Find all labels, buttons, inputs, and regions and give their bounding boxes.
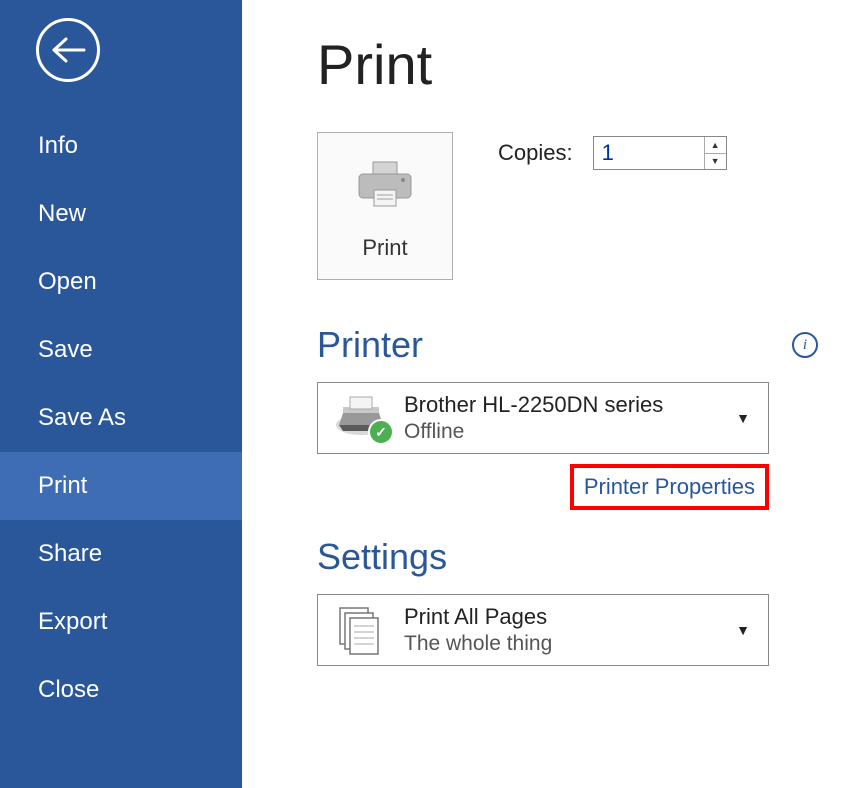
settings-pages-name: Print All Pages (404, 604, 724, 630)
print-button-label: Print (362, 235, 407, 261)
printer-properties-link[interactable]: Printer Properties (570, 464, 769, 510)
printer-status: Offline (404, 420, 724, 444)
printer-section: i Printer ✓ Brother HL-2250DN series Off… (317, 324, 818, 510)
sidebar: Info New Open Save Save As Print Share E… (0, 0, 242, 788)
copies-input[interactable]: ▲ ▼ (593, 136, 727, 170)
sidebar-item-info[interactable]: Info (0, 112, 242, 180)
print-button[interactable]: Print (317, 132, 453, 280)
sidebar-item-print[interactable]: Print (0, 452, 242, 520)
copies-label: Copies: (498, 140, 573, 166)
settings-section-title: Settings (317, 536, 818, 578)
settings-section: Settings Print All Pages The who (317, 536, 818, 666)
printer-section-title: Printer (317, 324, 818, 366)
pages-stack-icon (330, 604, 392, 656)
settings-pages-dropdown[interactable]: Print All Pages The whole thing ▼ (317, 594, 769, 666)
copies-spin-buttons: ▲ ▼ (704, 137, 726, 169)
main-panel: Print Print Copies: (242, 0, 858, 788)
printer-device-icon: ✓ (330, 395, 392, 441)
page-title: Print (317, 32, 818, 97)
copies-increment[interactable]: ▲ (705, 137, 726, 154)
sidebar-item-export[interactable]: Export (0, 588, 242, 656)
back-button[interactable] (36, 18, 100, 82)
sidebar-item-open[interactable]: Open (0, 248, 242, 316)
printer-ready-badge-icon: ✓ (368, 419, 394, 445)
printer-name: Brother HL-2250DN series (404, 392, 724, 418)
chevron-down-icon: ▼ (736, 410, 756, 426)
sidebar-item-share[interactable]: Share (0, 520, 242, 588)
settings-pages-description: The whole thing (404, 632, 724, 656)
printer-icon (357, 158, 413, 217)
sidebar-item-new[interactable]: New (0, 180, 242, 248)
copies-group: Copies: ▲ ▼ (498, 136, 727, 170)
printer-info-icon[interactable]: i (792, 332, 818, 358)
print-row: Print Copies: ▲ ▼ (317, 132, 818, 280)
copies-decrement[interactable]: ▼ (705, 154, 726, 170)
sidebar-item-close[interactable]: Close (0, 656, 242, 724)
printer-dropdown[interactable]: ✓ Brother HL-2250DN series Offline ▼ (317, 382, 769, 454)
chevron-down-icon: ▼ (736, 622, 756, 638)
back-arrow-icon (48, 36, 88, 64)
sidebar-item-save[interactable]: Save (0, 316, 242, 384)
sidebar-item-save-as[interactable]: Save As (0, 384, 242, 452)
copies-value[interactable] (594, 137, 704, 169)
